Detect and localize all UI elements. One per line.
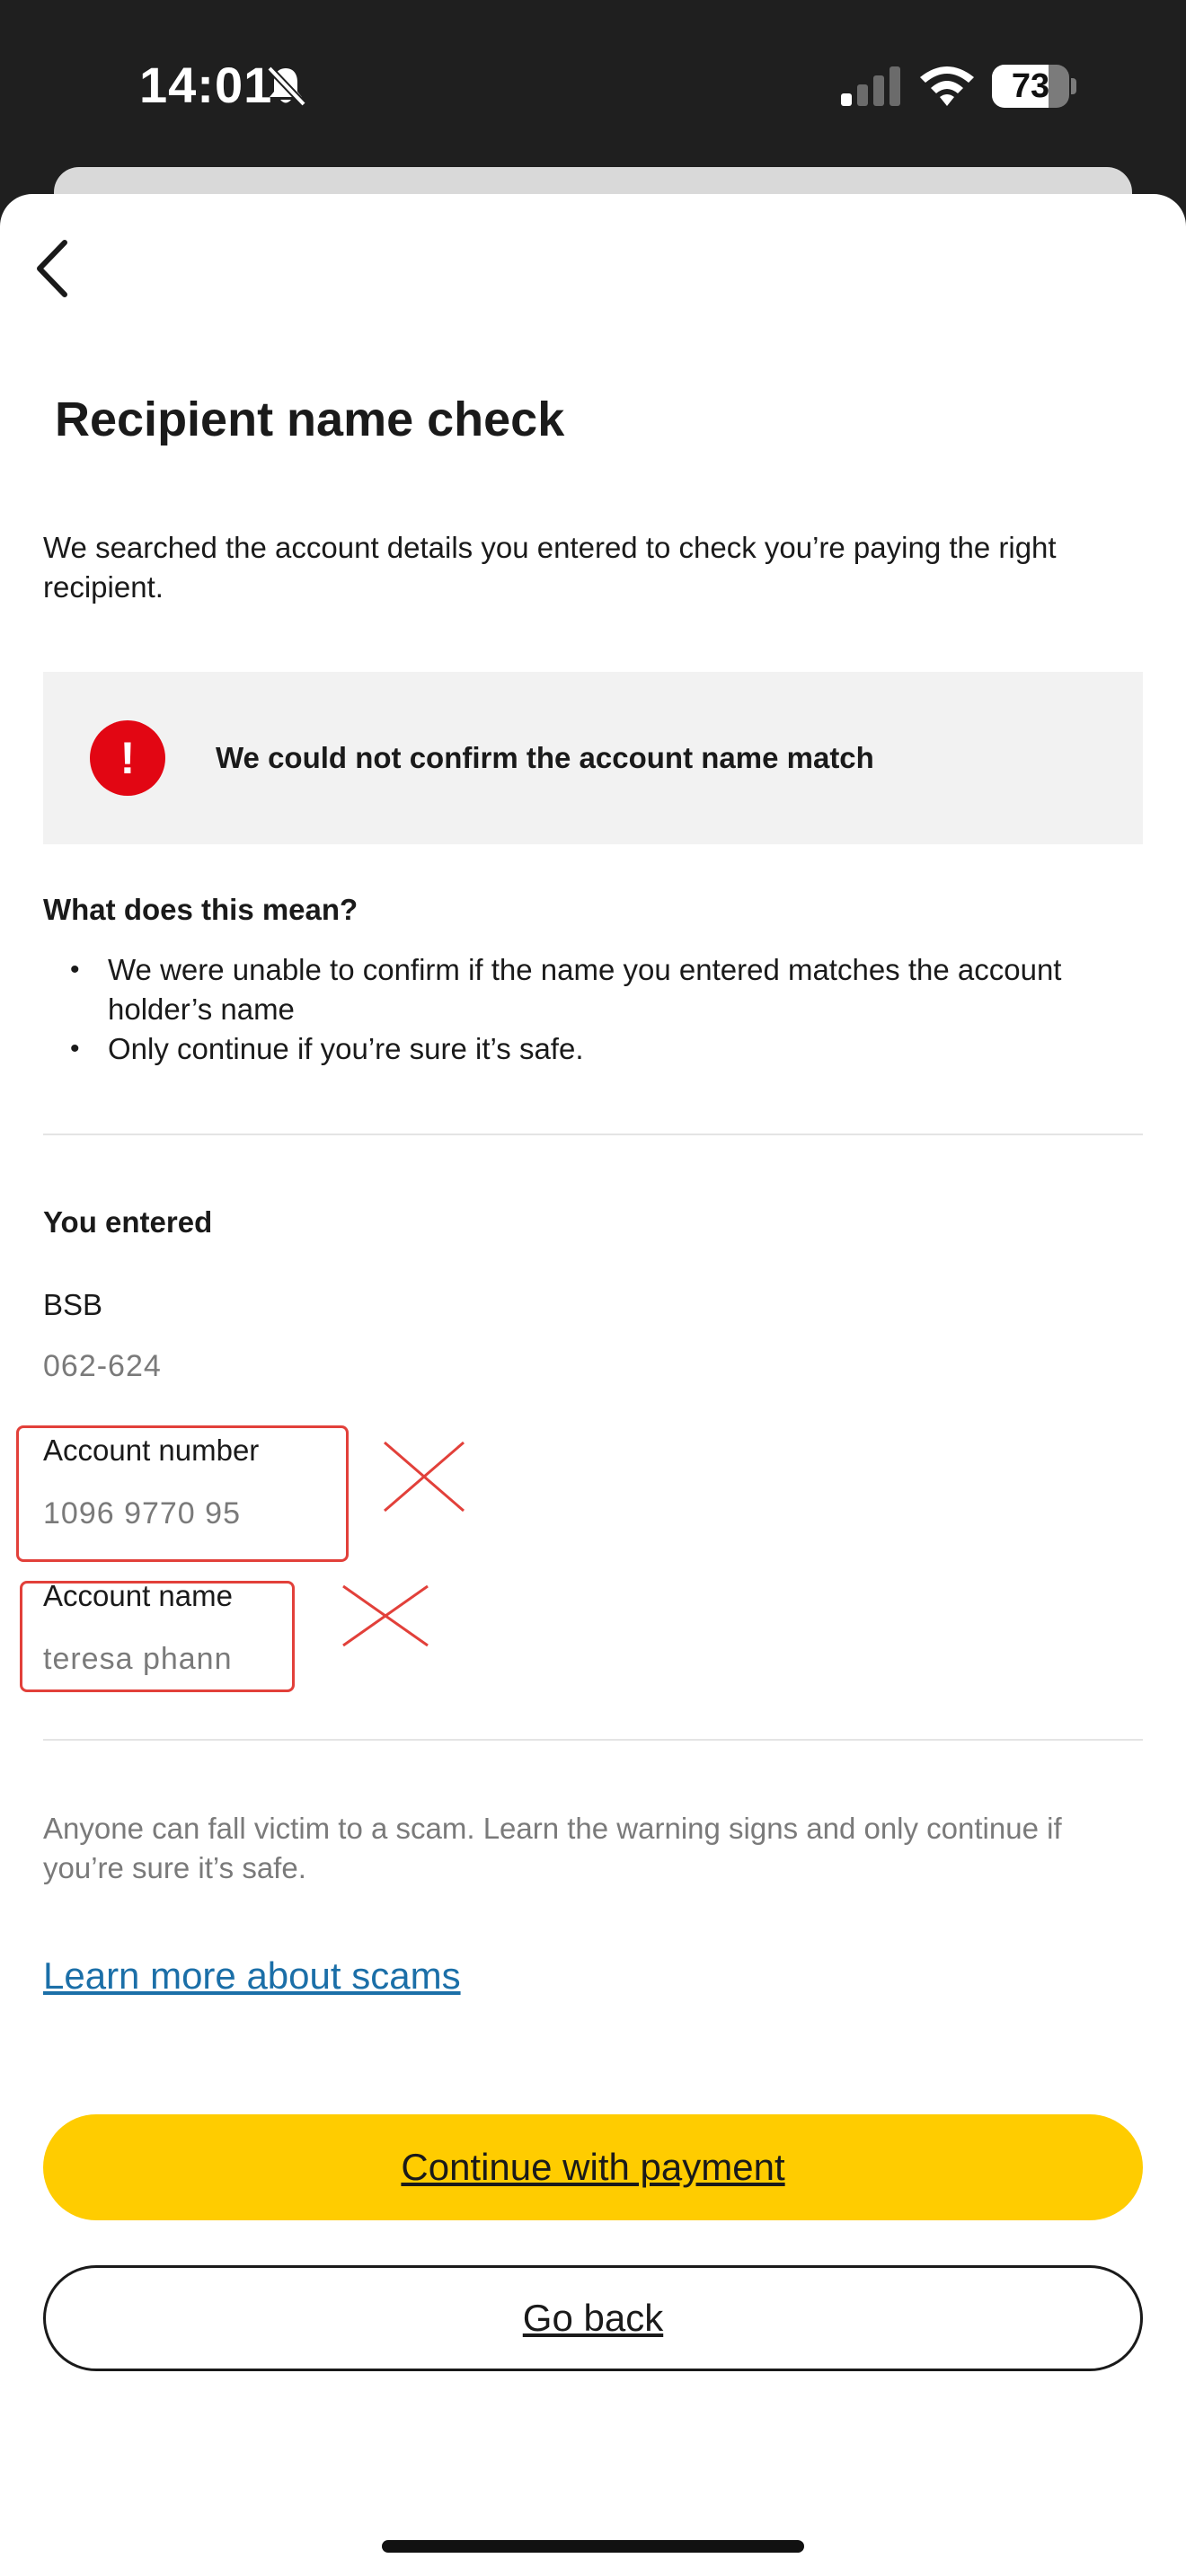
go-back-button[interactable]: Go back xyxy=(43,2265,1143,2371)
cross-mark-icon xyxy=(342,1584,429,1647)
back-chevron-icon[interactable] xyxy=(27,235,81,302)
intro-text: We searched the account details you ente… xyxy=(43,531,1057,604)
account-number-annotation-box xyxy=(16,1425,349,1562)
learn-more-scams-link[interactable]: Learn more about scams xyxy=(43,1954,461,1998)
account-name-annotation-box xyxy=(20,1581,295,1692)
bsb-value: 062-624 xyxy=(43,1349,162,1383)
cross-mark-icon xyxy=(384,1441,465,1513)
battery-body: 73 xyxy=(992,65,1069,108)
status-time: 14:01 xyxy=(139,57,273,113)
page-title: Recipient name check xyxy=(55,393,565,446)
meaning-list: We were unable to confirm if the name yo… xyxy=(43,950,1148,1069)
home-indicator xyxy=(382,2540,804,2553)
status-bar: 14:01 73 xyxy=(0,0,1186,166)
list-item: Only continue if you’re sure it’s safe. xyxy=(43,1029,1148,1069)
bell-muted-icon xyxy=(267,66,306,107)
scam-warning-text: Anyone can fall victim to a scam. Learn … xyxy=(43,1812,1062,1884)
cellular-signal-icon xyxy=(841,66,900,106)
meaning-heading: What does this mean? xyxy=(43,893,358,926)
battery-level: 73 xyxy=(1011,67,1050,105)
divider xyxy=(43,1739,1143,1741)
name-match-alert: ! We could not confirm the account name … xyxy=(43,672,1143,844)
divider xyxy=(43,1134,1143,1135)
alert-message: We could not confirm the account name ma… xyxy=(216,741,874,774)
wifi-icon xyxy=(920,66,974,106)
entered-heading: You entered xyxy=(43,1205,213,1239)
battery-cap xyxy=(1071,78,1076,94)
battery-indicator: 73 xyxy=(992,65,1076,108)
error-exclamation-icon: ! xyxy=(90,720,165,796)
list-item: We were unable to confirm if the name yo… xyxy=(43,950,1148,1029)
continue-with-payment-button[interactable]: Continue with payment xyxy=(43,2114,1143,2220)
bsb-label: BSB xyxy=(43,1288,103,1321)
